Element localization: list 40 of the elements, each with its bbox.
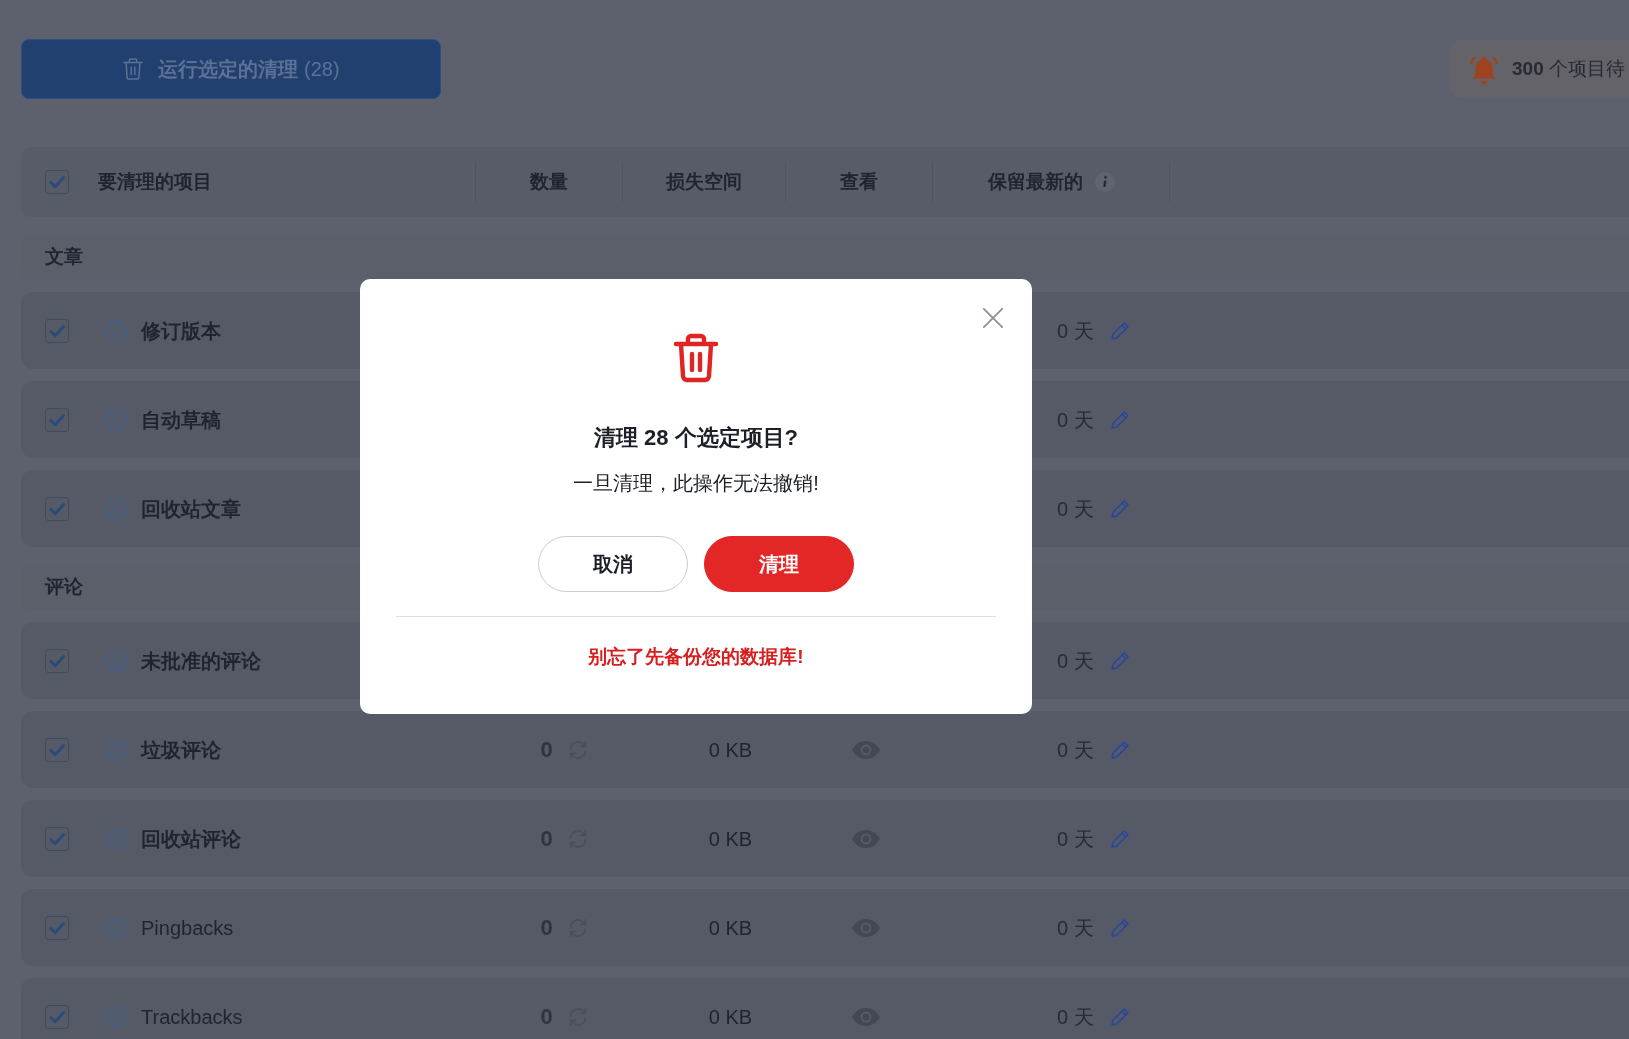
pencil-icon[interactable] (1109, 739, 1130, 760)
checkbox[interactable] (45, 826, 69, 851)
checkbox[interactable] (45, 915, 69, 940)
column-header: 查看 (840, 169, 878, 194)
pencil-icon[interactable] (1109, 917, 1130, 938)
info-icon[interactable] (105, 497, 127, 520)
info-icon[interactable] (105, 408, 127, 431)
checkbox[interactable] (45, 318, 69, 343)
confirm-button[interactable]: 清理 (704, 536, 854, 592)
pencil-icon[interactable] (1109, 409, 1130, 430)
checkbox[interactable] (45, 648, 69, 673)
dialog-title: 清理 28 个选定项目? (593, 424, 799, 452)
bell-icon (1468, 53, 1500, 85)
info-icon[interactable] (1094, 172, 1115, 192)
checkbox[interactable] (45, 170, 69, 194)
column-header: 保留最新的 (987, 169, 1083, 194)
backup-warning: 别忘了先备份您的数据库! (588, 645, 804, 669)
close-button[interactable] (982, 307, 1004, 329)
column-header: 数量 (530, 169, 568, 194)
info-icon[interactable] (105, 827, 127, 850)
checkbox[interactable] (45, 1004, 69, 1029)
info-icon[interactable] (105, 738, 127, 761)
dialog-message: 一旦清理，此操作无法撤销! (573, 471, 819, 496)
info-icon[interactable] (105, 916, 127, 939)
pencil-icon[interactable] (1109, 1006, 1130, 1027)
pencil-icon[interactable] (1109, 320, 1130, 341)
column-header: 损失空间 (666, 169, 742, 194)
checkbox[interactable] (45, 496, 69, 521)
info-icon[interactable] (105, 1005, 127, 1028)
checkbox[interactable] (45, 407, 69, 432)
trash-icon (672, 331, 720, 385)
info-icon[interactable] (105, 649, 127, 672)
pencil-icon[interactable] (1109, 498, 1130, 519)
trash-icon (122, 56, 145, 82)
info-icon[interactable] (105, 319, 127, 342)
notification-text: 300 个项目待 (1512, 56, 1625, 81)
pencil-icon[interactable] (1109, 828, 1130, 849)
column-header: 要清理的项目 (98, 169, 212, 194)
pencil-icon[interactable] (1109, 650, 1130, 671)
checkbox[interactable] (45, 737, 69, 762)
